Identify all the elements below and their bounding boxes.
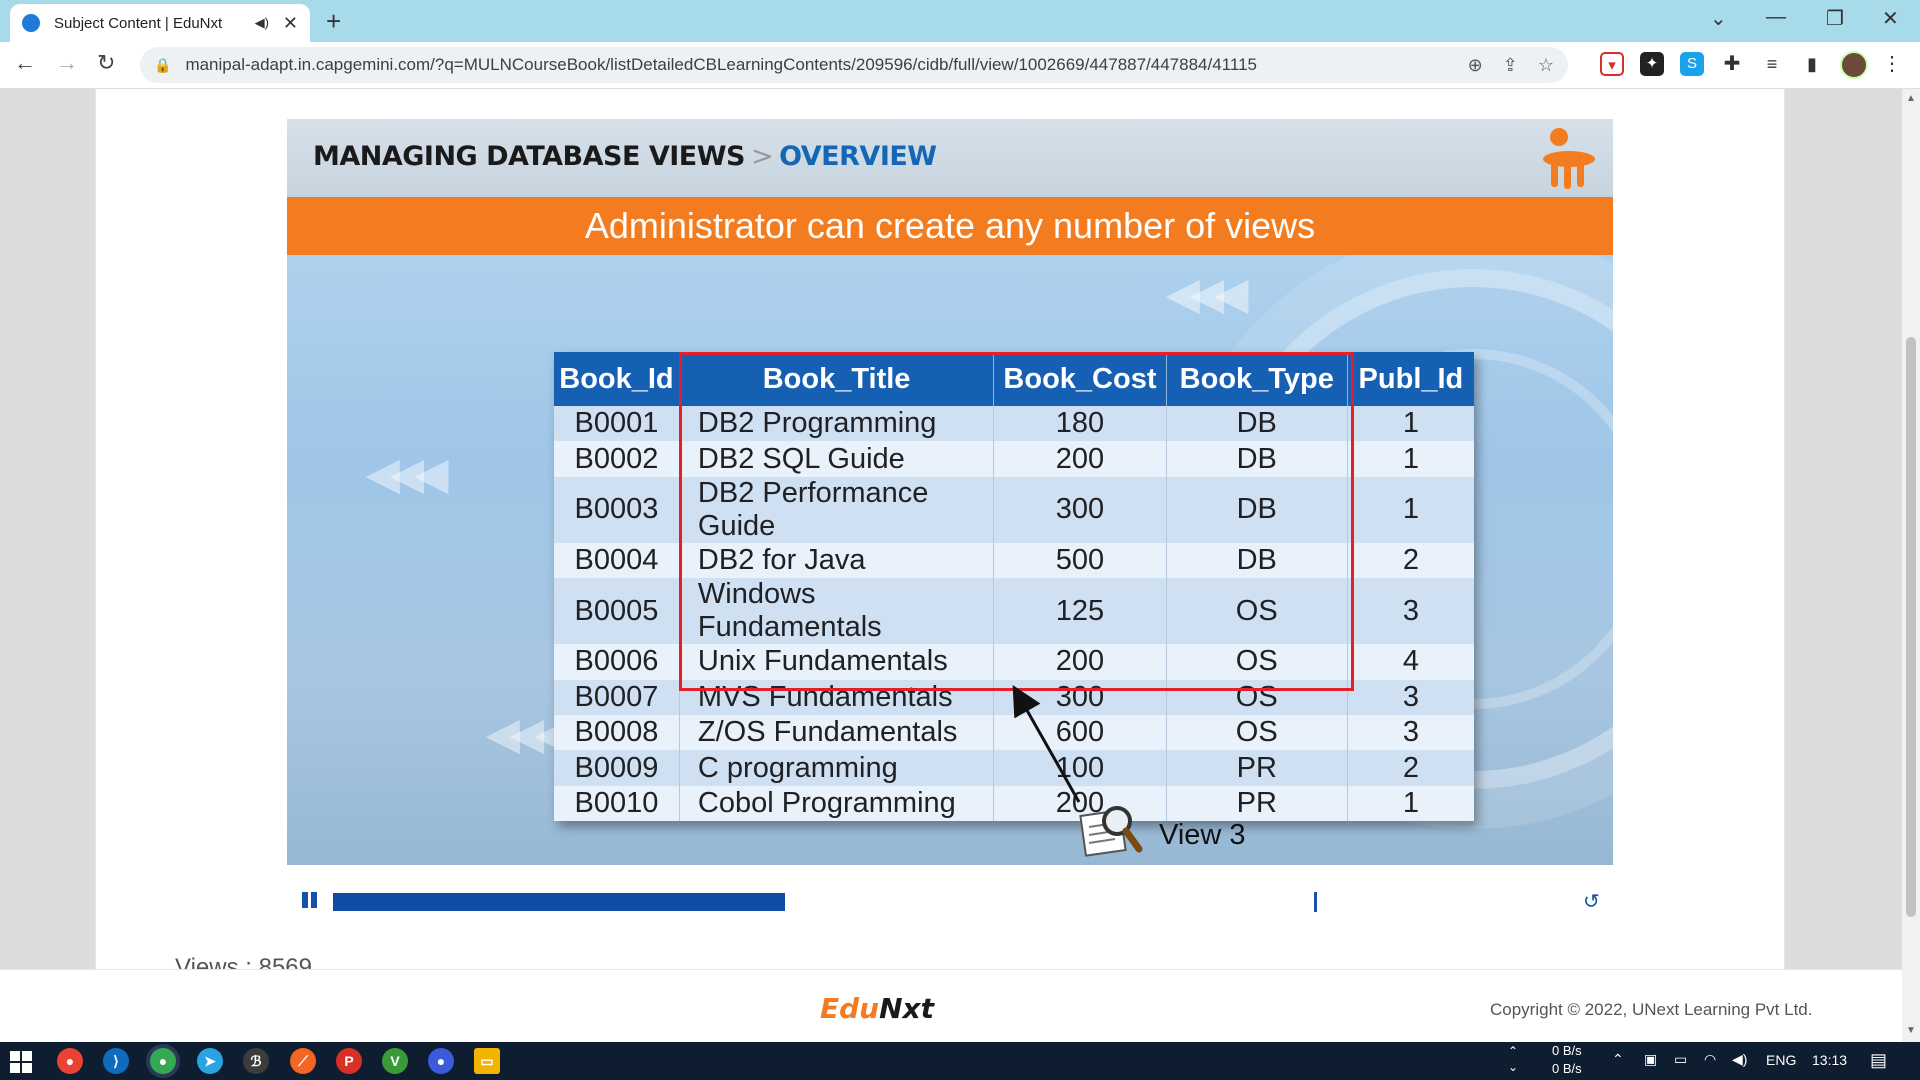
pocket-extension-icon[interactable]: ▾ (1600, 52, 1624, 76)
replay-icon[interactable]: ↺ (1583, 889, 1600, 914)
chrome-icon[interactable]: ● (57, 1048, 83, 1074)
chrome-profile-icon[interactable]: ● (428, 1048, 454, 1074)
s-extension-icon[interactable]: S (1680, 52, 1704, 76)
lock-icon[interactable]: 🔒 (154, 57, 171, 74)
pause-icon[interactable] (302, 892, 320, 910)
magnifier-document-icon (1079, 806, 1143, 857)
address-bar[interactable]: 🔒 manipal-adapt.in.capgemini.com/?q=MULN… (140, 47, 1568, 83)
bookmark-star-icon[interactable]: ☆ (1538, 55, 1554, 76)
profile-avatar[interactable] (1840, 51, 1868, 79)
pointer-arrow (1012, 684, 1081, 803)
zoom-icon[interactable]: ⊕ (1468, 55, 1483, 76)
scroll-down-arrow-icon[interactable]: ▼ (1906, 1025, 1916, 1036)
tab-search-chevron-icon[interactable]: ⌄ (1710, 6, 1727, 31)
view3-label: View 3 (1159, 819, 1246, 851)
page-footer: EduNxt Copyright © 2022, UNext Learning … (0, 969, 1902, 1042)
puzzle-extensions-icon[interactable]: ✚ (1720, 52, 1744, 76)
window-close-button[interactable]: ✕ (1882, 6, 1899, 31)
volume-marker[interactable] (1314, 892, 1317, 912)
postman-icon[interactable]: ⟋ (290, 1048, 316, 1074)
scroll-thumb[interactable] (1906, 337, 1916, 917)
progress-fill (333, 893, 785, 911)
net-upload-speed: 0 B/s (1552, 1043, 1582, 1058)
chrome-active-icon[interactable]: ● (150, 1048, 176, 1074)
tab-title: Subject Content | EduNxt (54, 14, 223, 32)
wifi-icon[interactable]: ◠ (1704, 1051, 1716, 1068)
telegram-icon[interactable]: ➤ (197, 1048, 223, 1074)
browser-tab[interactable]: Subject Content | EduNxt ◀) ✕ (10, 4, 310, 42)
site-favicon-icon (22, 14, 40, 32)
page-scrollbar[interactable]: ▲ ▼ (1902, 89, 1920, 1042)
restore-button[interactable]: ❐ (1826, 6, 1844, 31)
v-app-icon[interactable]: V (382, 1048, 408, 1074)
media-queue-icon[interactable]: ≡ (1760, 52, 1784, 76)
logo-part-edu: Edu (820, 992, 880, 1025)
battery-icon[interactable]: ▭ (1674, 1051, 1687, 1068)
windows-start-icon[interactable] (10, 1051, 32, 1073)
new-tab-button[interactable]: + (326, 6, 341, 37)
logo-part-nxt: Nxt (879, 992, 934, 1025)
p-app-icon[interactable]: P (336, 1048, 362, 1074)
windows-taskbar: ● ⟩ ● ➤ ℬ ⟋ P V ● ▭ ⌃ ⌄ 0 B/s 0 B/s ⌃ ▣ … (0, 1042, 1920, 1080)
url-text[interactable]: manipal-adapt.in.capgemini.com/?q=MULNCo… (185, 55, 1447, 75)
meet-now-icon[interactable]: ▣ (1644, 1051, 1657, 1068)
audio-playing-icon[interactable]: ◀) (255, 15, 269, 31)
back-arrow-icon[interactable]: ← (14, 50, 36, 76)
tray-chevron-icon[interactable]: ⌃ (1612, 1051, 1624, 1068)
reload-icon[interactable]: ↻ (97, 50, 115, 76)
clock[interactable]: 13:13 (1812, 1052, 1847, 1068)
minimize-button[interactable]: — (1766, 6, 1786, 29)
progress-track[interactable] (333, 893, 1383, 911)
edunxt-logo: EduNxt (820, 992, 934, 1025)
tray-expand-down-icon[interactable]: ⌄ (1508, 1060, 1518, 1074)
forward-arrow-icon[interactable]: → (56, 50, 78, 76)
share-icon[interactable]: ⇪ (1503, 55, 1518, 76)
copyright-text: Copyright © 2022, UNext Learning Pvt Ltd… (1490, 1000, 1813, 1019)
extension-icon[interactable]: ✦ (1640, 52, 1664, 76)
volume-icon[interactable]: ◀) (1732, 1051, 1747, 1068)
language-indicator[interactable]: ENG (1766, 1052, 1796, 1068)
vscode-icon[interactable]: ⟩ (103, 1048, 129, 1074)
video-slide[interactable]: ◀◀◀ ◀◀◀ ◀◀◀ MANAGING DATABASE VIEWS > OVER… (287, 119, 1613, 865)
file-explorer-icon[interactable]: ▭ (474, 1048, 500, 1074)
net-download-speed: 0 B/s (1552, 1061, 1582, 1076)
tab-close-icon[interactable]: ✕ (283, 13, 298, 34)
tab-strip: Subject Content | EduNxt ◀) ✕ + ⌄ — ❐ ✕ (0, 0, 1920, 42)
tray-expand-up-icon[interactable]: ⌃ (1508, 1044, 1518, 1058)
notifications-icon[interactable]: ▤ (1870, 1050, 1887, 1071)
browser-toolbar: ← → ↻ 🔒 manipal-adapt.in.capgemini.com/?… (0, 42, 1920, 89)
scroll-up-arrow-icon[interactable]: ▲ (1906, 93, 1916, 104)
side-panel-icon[interactable]: ▮ (1800, 52, 1824, 76)
video-player-controls: ↺ (287, 880, 1613, 922)
app-icon[interactable]: ℬ (243, 1048, 269, 1074)
menu-kebab-icon[interactable]: ⋮ (1880, 52, 1904, 76)
